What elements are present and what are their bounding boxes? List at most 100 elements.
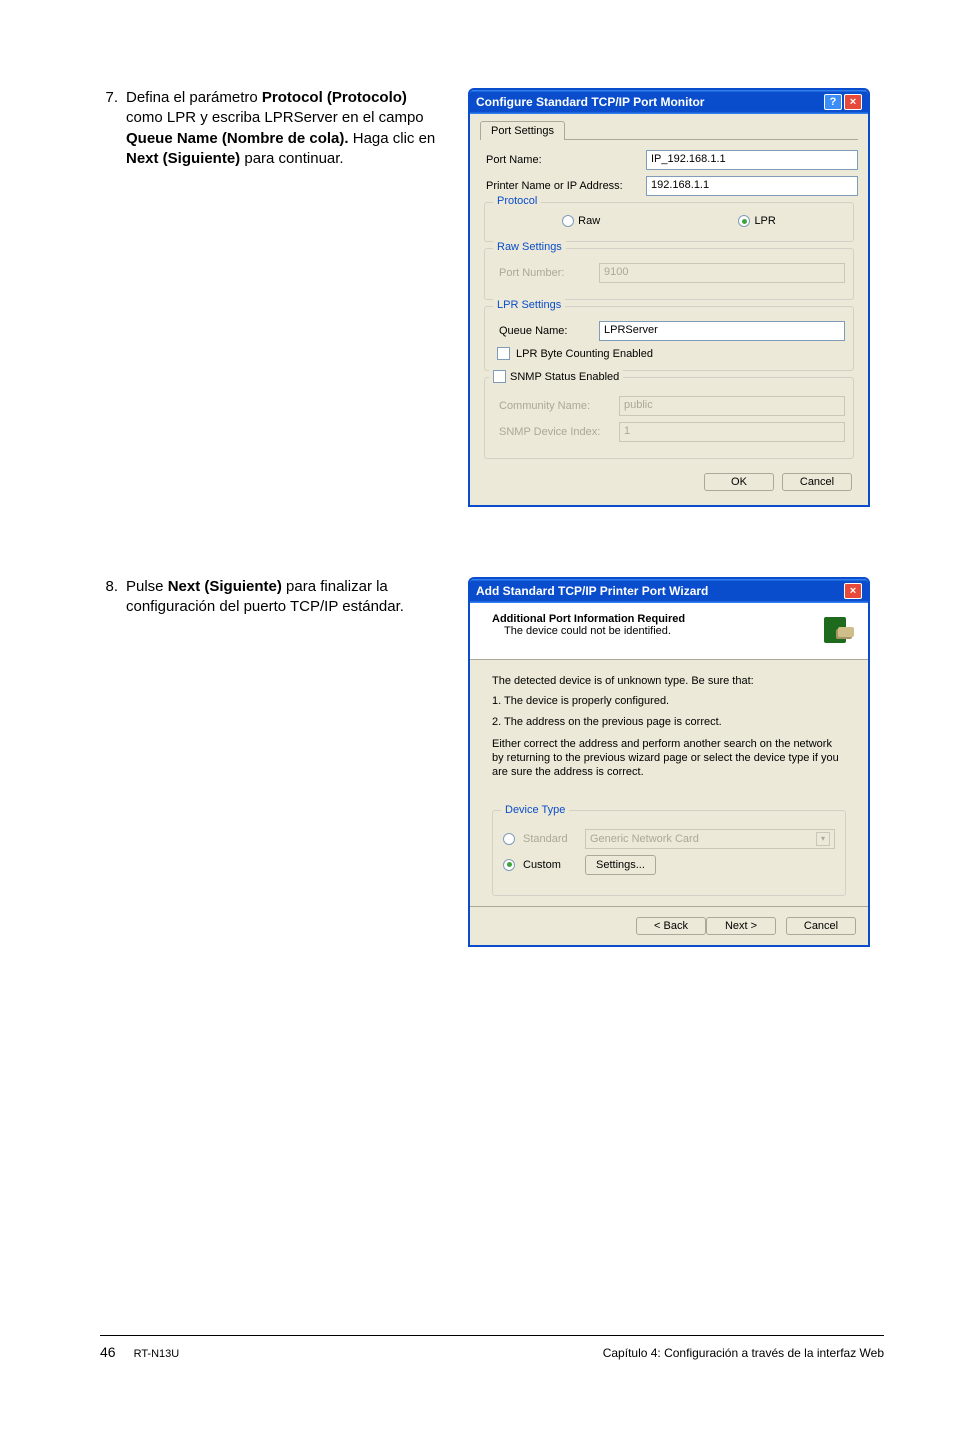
printer-address-label: Printer Name or IP Address: xyxy=(486,180,636,192)
step-body: Defina el parámetro Protocol (Protocolo)… xyxy=(126,88,440,169)
tab-port-settings[interactable]: Port Settings xyxy=(480,121,565,140)
help-icon[interactable]: ? xyxy=(824,94,842,110)
wizard-list-item: 1. The device is properly configured. xyxy=(492,694,846,708)
settings-button[interactable]: Settings... xyxy=(585,855,656,875)
device-type-title: Device Type xyxy=(501,803,569,817)
wizard-para: The detected device is of unknown type. … xyxy=(492,674,846,688)
cancel-button[interactable]: Cancel xyxy=(782,473,852,491)
wizard-dialog: Add Standard TCP/IP Printer Port Wizard … xyxy=(468,577,870,947)
custom-label: Custom xyxy=(523,858,577,872)
step-8-section: 8. Pulse Next (Siguiente) para finalizar… xyxy=(100,577,884,947)
checkbox-icon xyxy=(493,370,506,383)
combo-value: Generic Network Card xyxy=(590,832,699,846)
community-row: Community Name: public xyxy=(499,396,845,416)
radio-raw[interactable]: Raw xyxy=(562,215,600,227)
port-number-input: 9100 xyxy=(599,263,845,283)
snmp-title-row[interactable]: SNMP Status Enabled xyxy=(489,370,623,383)
printer-icon xyxy=(818,613,854,649)
dialog-body: Port Settings Port Name: IP_192.168.1.1 … xyxy=(470,114,868,505)
protocol-options: Raw LPR xyxy=(493,211,845,231)
snmp-index-row: SNMP Device Index: 1 xyxy=(499,422,845,442)
wizard-header-text: Additional Port Information Required The… xyxy=(492,613,685,649)
text: para continuar. xyxy=(240,150,343,167)
step-7-section: 7. Defina el parámetro Protocol (Protoco… xyxy=(100,88,884,507)
radio-icon xyxy=(738,215,750,227)
raw-settings-groupbox: Raw Settings Port Number: 9100 xyxy=(484,248,854,300)
dialog-title: Add Standard TCP/IP Printer Port Wizard xyxy=(476,584,708,598)
page-number: 46 xyxy=(100,1344,116,1360)
checkbox-icon xyxy=(497,347,510,360)
protocol-groupbox: Protocol Raw LPR xyxy=(484,202,854,242)
tab-strip: Port Settings xyxy=(480,120,858,140)
close-icon[interactable]: × xyxy=(844,583,862,599)
text: como LPR y escriba LPRServer en el campo xyxy=(126,109,424,126)
standard-row[interactable]: Standard Generic Network Card ▾ xyxy=(503,829,835,849)
wizard-header-title: Additional Port Information Required xyxy=(492,613,685,625)
wizard-list-item: 2. The address on the previous page is c… xyxy=(492,715,846,729)
radio-icon xyxy=(503,859,515,871)
step-7-text: 7. Defina el parámetro Protocol (Protoco… xyxy=(100,88,440,169)
port-name-row: Port Name: IP_192.168.1.1 xyxy=(486,150,858,170)
document-page: 7. Defina el parámetro Protocol (Protoco… xyxy=(0,0,954,1438)
printer-address-input[interactable]: 192.168.1.1 xyxy=(646,176,858,196)
titlebar-controls: × xyxy=(844,583,862,599)
port-name-label: Port Name: xyxy=(486,154,636,166)
radio-icon xyxy=(503,833,515,845)
text: Haga clic en xyxy=(349,130,436,147)
lpr-settings-groupbox: LPR Settings Queue Name: LPRServer LPR B… xyxy=(484,306,854,371)
port-name-input[interactable]: IP_192.168.1.1 xyxy=(646,150,858,170)
text: Defina el parámetro xyxy=(126,89,262,106)
text-bold: Queue Name (Nombre de cola). xyxy=(126,130,349,147)
queue-name-label: Queue Name: xyxy=(499,325,589,337)
community-input: public xyxy=(619,396,845,416)
wizard-header: Additional Port Information Required The… xyxy=(470,603,868,660)
queue-name-input[interactable]: LPRServer xyxy=(599,321,845,341)
configure-port-dialog: Configure Standard TCP/IP Port Monitor ?… xyxy=(468,88,870,507)
close-icon[interactable]: × xyxy=(844,94,862,110)
ok-button[interactable]: OK xyxy=(704,473,774,491)
snmp-groupbox: SNMP Status Enabled Community Name: publ… xyxy=(484,377,854,459)
dialog-titlebar: Add Standard TCP/IP Printer Port Wizard … xyxy=(470,579,868,603)
titlebar-controls: ? × xyxy=(824,94,862,110)
dialog-titlebar: Configure Standard TCP/IP Port Monitor ?… xyxy=(470,90,868,114)
lpr-settings-title: LPR Settings xyxy=(493,299,565,311)
wizard-header-sub: The device could not be identified. xyxy=(492,625,685,637)
step-number: 7. xyxy=(100,88,126,169)
printer-address-row: Printer Name or IP Address: 192.168.1.1 xyxy=(486,176,858,196)
snmp-title: SNMP Status Enabled xyxy=(510,371,619,383)
snmp-index-input: 1 xyxy=(619,422,845,442)
text: Pulse xyxy=(126,578,168,595)
port-number-row: Port Number: 9100 xyxy=(499,263,845,283)
radio-icon xyxy=(562,215,574,227)
wizard-buttons: < Back Next > Cancel xyxy=(470,906,868,945)
radio-lpr[interactable]: LPR xyxy=(738,215,775,227)
back-button[interactable]: < Back xyxy=(636,917,706,935)
step-body: Pulse Next (Siguiente) para finalizar la… xyxy=(126,577,440,618)
raw-settings-title: Raw Settings xyxy=(493,241,566,253)
queue-name-row: Queue Name: LPRServer xyxy=(499,321,845,341)
cancel-button[interactable]: Cancel xyxy=(786,917,856,935)
port-number-label: Port Number: xyxy=(499,267,589,279)
chevron-down-icon: ▾ xyxy=(816,832,830,846)
radio-raw-label: Raw xyxy=(578,215,600,227)
next-button[interactable]: Next > xyxy=(706,917,776,935)
community-label: Community Name: xyxy=(499,400,609,412)
protocol-title: Protocol xyxy=(493,195,541,207)
wizard-para: Either correct the address and perform a… xyxy=(492,737,846,780)
text-bold: Next (Siguiente) xyxy=(168,578,282,595)
chapter-label: Capítulo 4: Configuración a través de la… xyxy=(603,1346,884,1360)
text-bold: Protocol (Protocolo) xyxy=(262,89,407,106)
device-type-groupbox: Device Type Standard Generic Network Car… xyxy=(492,810,846,896)
footer-left: 46 RT-N13U xyxy=(100,1344,179,1360)
step-8-text: 8. Pulse Next (Siguiente) para finalizar… xyxy=(100,577,440,618)
wizard-content: The detected device is of unknown type. … xyxy=(470,660,868,906)
dialog-title: Configure Standard TCP/IP Port Monitor xyxy=(476,95,704,109)
standard-label: Standard xyxy=(523,832,577,846)
custom-row[interactable]: Custom Settings... xyxy=(503,855,835,875)
lpr-byte-counting-label: LPR Byte Counting Enabled xyxy=(516,348,653,360)
lpr-byte-counting-row[interactable]: LPR Byte Counting Enabled xyxy=(497,347,845,360)
dialog-body: Additional Port Information Required The… xyxy=(470,603,868,945)
text-bold: Next (Siguiente) xyxy=(126,150,240,167)
radio-lpr-label: LPR xyxy=(754,215,775,227)
standard-combo: Generic Network Card ▾ xyxy=(585,829,835,849)
